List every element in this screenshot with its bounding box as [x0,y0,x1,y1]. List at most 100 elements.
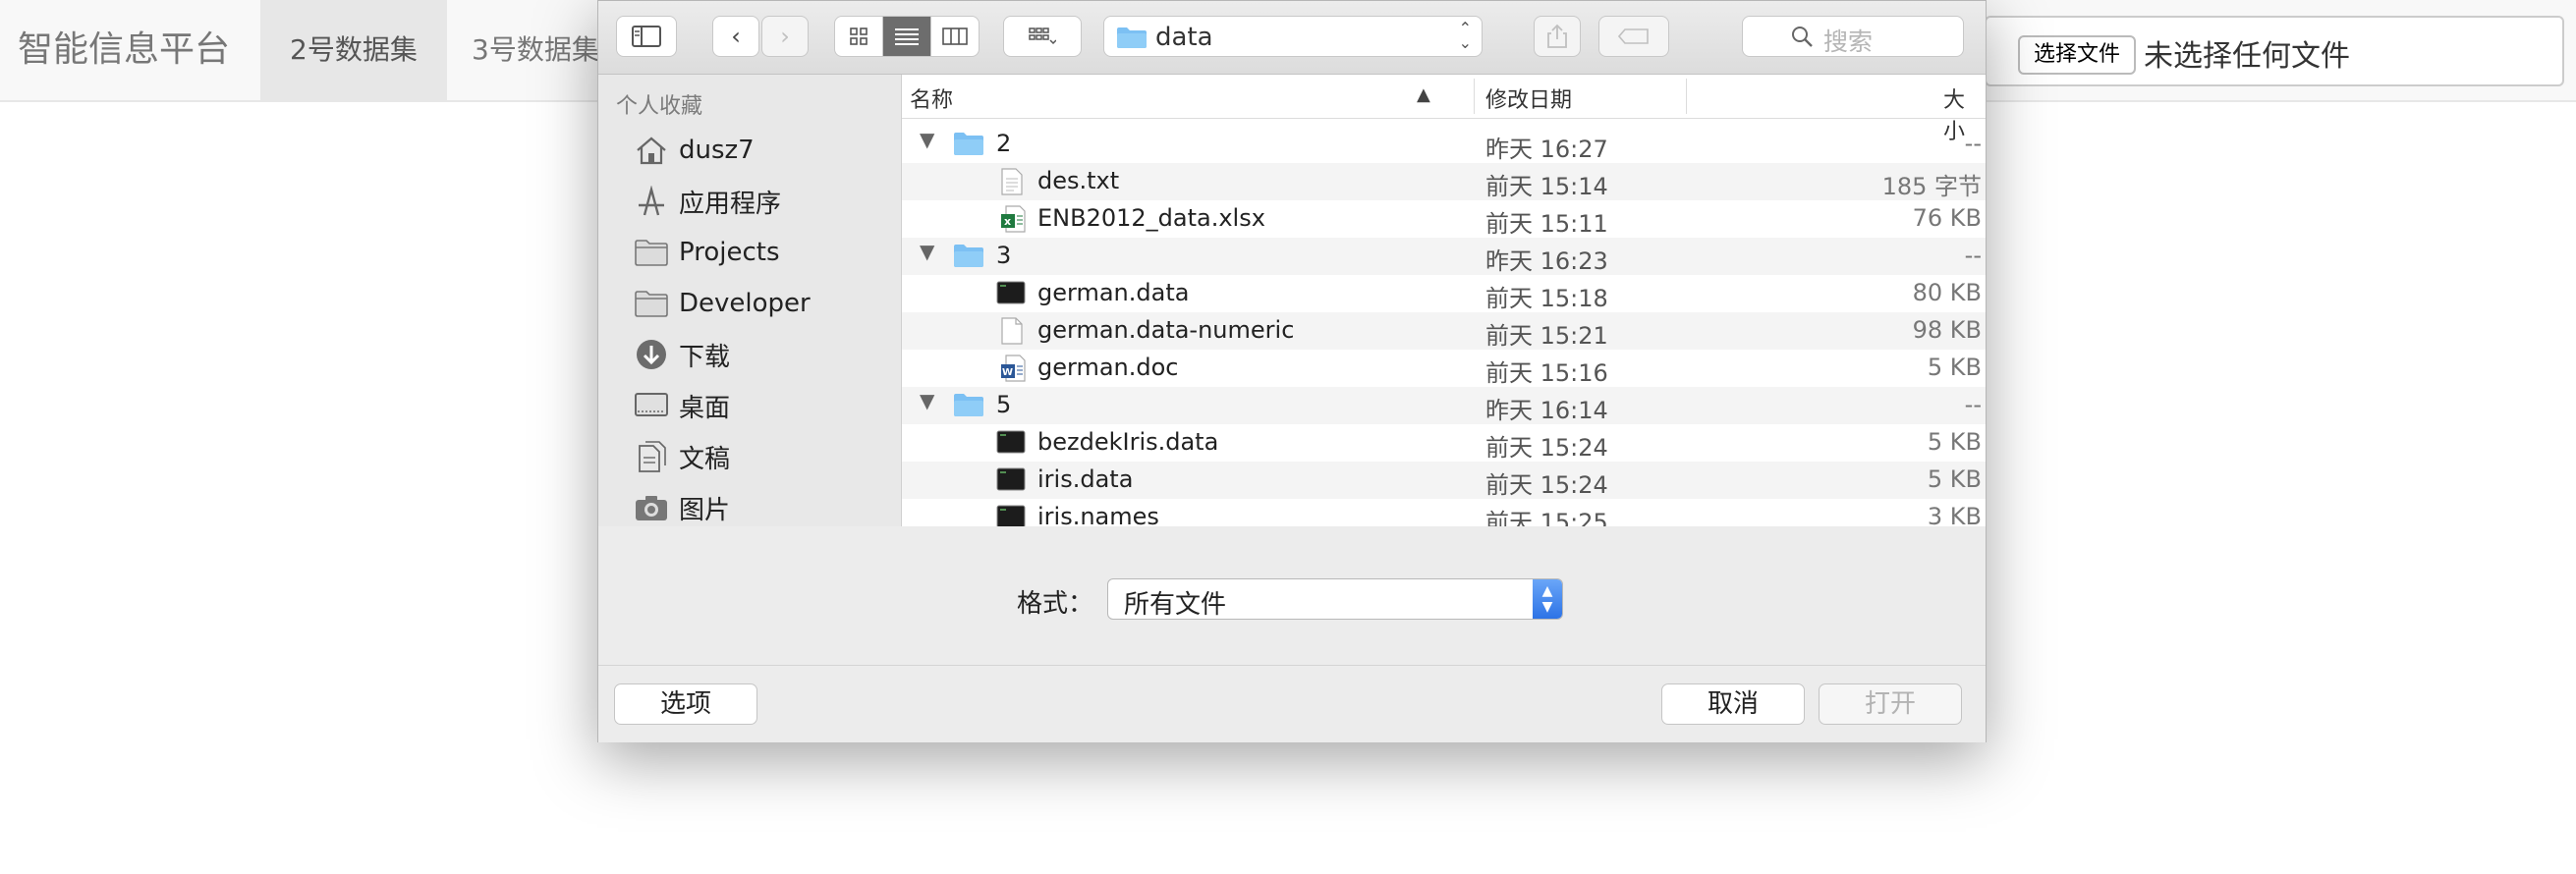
svg-text:x: x [1004,215,1011,228]
file-size: 3 KB [1927,503,1982,526]
disclosure-triangle-icon[interactable]: ▼ [920,389,934,412]
sidebar-item-label: 下载 [679,342,731,372]
arrange-icon [1029,27,1056,45]
file-list: 名称 ▲ 修改日期 大小 ▼ 2 昨天 16:27 -- des.txt 前天 … [902,75,1986,526]
tab-dataset-2[interactable]: 2号数据集 [260,0,447,100]
file-name: german.doc [1037,354,1179,381]
file-row-folder-2[interactable]: ▼ 2 昨天 16:27 -- [902,126,1986,163]
file-size: 185 字节 [1881,173,1982,200]
select-updown-icon: ▲ ▼ [1533,579,1562,619]
file-size: -- [1964,242,1982,269]
file-size: 5 KB [1927,354,1982,381]
svg-text:W: W [1002,367,1013,378]
file-name: des.txt [1037,167,1120,194]
file-row-german-data-numeric[interactable]: german.data-numeric 前天 15:21 98 KB [902,312,1986,350]
favorites-heading: 个人收藏 [616,94,703,119]
updown-chevron-icon: ⌃ ⌄ [1458,19,1472,52]
sidebar-toggle-button[interactable] [616,16,677,57]
file-name: 3 [996,242,1012,269]
sidebar-item-pictures[interactable]: 图片 [632,486,897,529]
format-label: 格式： [1017,589,1094,619]
current-folder-label: data [1155,23,1213,52]
search-placeholder: 搜索 [1823,27,1874,56]
list-view-button[interactable] [883,17,931,56]
forward-button[interactable]: › [761,16,809,57]
file-modified: 前天 15:21 [1485,322,1608,350]
format-select[interactable]: 所有文件 ▲ ▼ [1107,578,1563,620]
sidebar-item-downloads[interactable]: 下载 [632,333,897,376]
tag-icon [1618,28,1649,44]
favorites-sidebar: 个人收藏 dusz7 应用程序 Projects Developer 下载 桌面… [598,75,902,526]
folder-icon [954,394,983,416]
share-icon [1547,24,1567,48]
file-size: 80 KB [1912,279,1982,306]
arrange-button[interactable] [1003,16,1082,57]
file-name: iris.data [1037,465,1134,493]
columns-icon [942,27,968,45]
sort-ascending-icon: ▲ [1417,84,1430,105]
file-size: -- [1964,391,1982,418]
file-size: -- [1964,130,1982,157]
file-row-folder-5[interactable]: ▼ 5 昨天 16:14 -- [902,387,1986,424]
desktop-icon [635,393,668,416]
sidebar-item-projects[interactable]: Projects [632,231,897,274]
share-button[interactable] [1534,16,1581,57]
column-modified-header[interactable]: 修改日期 [1485,82,1572,114]
column-divider [1474,79,1475,114]
search-input[interactable]: 搜索 [1742,16,1964,57]
sidebar-item-documents[interactable]: 文稿 [632,435,897,478]
file-size: 5 KB [1927,465,1982,493]
home-icon [637,137,666,165]
folder-icon [1117,27,1147,48]
cancel-button[interactable]: 取消 [1661,683,1805,725]
sidebar-item-home[interactable]: dusz7 [632,129,897,172]
file-size: 98 KB [1912,316,1982,344]
file-row-german-doc[interactable]: W german.doc 前天 15:16 5 KB [902,350,1986,387]
options-button[interactable]: 选项 [614,683,757,725]
column-name-header[interactable]: 名称 [910,82,953,114]
sidebar-item-label: dusz7 [679,136,755,165]
file-name: german.data [1037,279,1190,306]
sidebar-item-label: 应用程序 [679,189,782,219]
sidebar-item-applications[interactable]: 应用程序 [632,180,897,223]
file-modified: 前天 15:24 [1485,434,1608,462]
file-row-enb2012-xlsx[interactable]: x ENB2012_data.xlsx 前天 15:11 76 KB [902,200,1986,238]
brand-title[interactable]: 智能信息平台 [18,0,230,100]
folder-path-popup[interactable]: data ⌃ ⌄ [1103,16,1483,57]
choose-file-button[interactable]: 选择文件 [2018,35,2137,75]
folder-icon [635,240,668,266]
tags-button[interactable] [1598,16,1669,57]
sidebar-item-developer[interactable]: Developer [632,282,897,325]
file-modified: 前天 15:16 [1485,359,1608,387]
download-icon [637,340,666,369]
file-modified: 前天 15:24 [1485,471,1608,499]
search-icon [1792,27,1813,47]
icon-view-button[interactable] [835,17,883,56]
file-name: 2 [996,130,1012,157]
file-row-des-txt[interactable]: des.txt 前天 15:14 185 字节 [902,163,1986,200]
file-row-iris-names[interactable]: iris.names 前天 15:25 3 KB [902,499,1986,526]
text-file-icon [1001,168,1023,195]
sidebar-item-desktop[interactable]: 桌面 [632,384,897,427]
file-row-bezdekiris-data[interactable]: bezdekIris.data 前天 15:24 5 KB [902,424,1986,462]
file-status-text: 未选择任何文件 [2144,39,2350,74]
exec-file-icon [996,430,1026,454]
file-size: 5 KB [1927,428,1982,456]
excel-file-icon: x [1001,205,1026,233]
sidebar-item-label: Developer [679,289,811,318]
applications-icon [639,186,664,216]
file-row-iris-data[interactable]: iris.data 前天 15:24 5 KB [902,462,1986,499]
column-view-button[interactable] [931,17,979,56]
dialog-footer: 选项 取消 打开 [598,665,1986,742]
file-row-german-data[interactable]: german.data 前天 15:18 80 KB [902,275,1986,312]
chevron-right-icon: › [780,23,790,50]
open-button[interactable]: 打开 [1819,683,1962,725]
disclosure-triangle-icon[interactable]: ▼ [920,240,934,263]
file-name: ENB2012_data.xlsx [1037,204,1265,232]
file-modified: 前天 15:14 [1485,173,1608,200]
file-row-folder-3[interactable]: ▼ 3 昨天 16:23 -- [902,238,1986,275]
folder-icon [635,291,668,317]
column-divider [1686,79,1687,114]
back-button[interactable]: ‹ [712,16,759,57]
disclosure-triangle-icon[interactable]: ▼ [920,128,934,151]
